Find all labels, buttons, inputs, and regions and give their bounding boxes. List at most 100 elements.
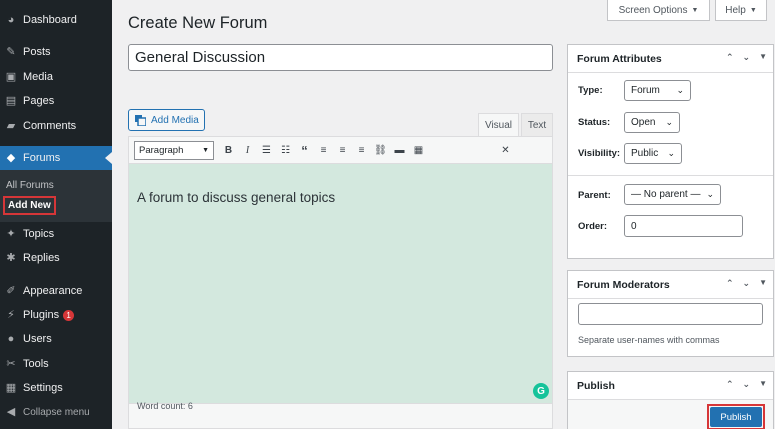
replies-icon: ✱ (6, 251, 16, 264)
move-down-icon[interactable]: ⌄ (743, 278, 751, 289)
sidebar-item-label: Forums (23, 152, 61, 164)
bold-icon[interactable]: B (219, 141, 238, 160)
align-left-icon[interactable]: ≡ (314, 141, 333, 160)
publish-header: Publish ⌃ ⌄ ▼ (568, 372, 773, 400)
sidebar-item-label: Topics (23, 228, 55, 240)
sidebar-item-label: Plugins (23, 309, 60, 321)
move-up-icon[interactable]: ⌃ (726, 52, 734, 63)
toggle-panel-icon[interactable]: ▼ (759, 278, 767, 289)
publish-highlight: Publish (707, 404, 765, 429)
sidebar-item-media[interactable]: ▣ Media (0, 66, 112, 88)
move-up-icon[interactable]: ⌃ (726, 379, 734, 390)
publish-box: Publish ⌃ ⌄ ▼ Publish (567, 371, 774, 429)
screen-options-label: Screen Options (618, 4, 688, 16)
forum-title-input[interactable]: General Discussion (128, 44, 553, 71)
caret-down-icon: ▼ (691, 6, 699, 14)
sidebar-item-dashboard[interactable]: ◕ Dashboard (0, 9, 112, 31)
blockquote-icon[interactable]: “ (295, 141, 314, 160)
visibility-select-value: Public (631, 148, 659, 159)
tools-icon: ✂ (6, 357, 16, 370)
sidebar-item-label: Users (23, 333, 52, 345)
sidebar-item-label: Posts (23, 46, 51, 58)
parent-select-value: — No parent — (631, 189, 701, 200)
submenu-add-new[interactable]: Add New (3, 196, 56, 215)
add-media-button[interactable]: Add Media (128, 109, 205, 131)
sidebar-item-posts[interactable]: ✎ Posts (0, 41, 112, 63)
tab-text[interactable]: Text (521, 113, 553, 137)
toolbar-toggle-icon[interactable]: ▦ (409, 141, 428, 160)
users-icon: ● (7, 332, 15, 345)
forum-moderators-header: Forum Moderators ⌃ ⌄ ▼ (568, 271, 773, 299)
collapse-menu-label: Collapse menu (23, 406, 90, 418)
publish-title: Publish (577, 379, 615, 392)
word-count-text: Word count: 6 (137, 401, 193, 411)
sidebar-item-comments[interactable]: ▰ Comments (0, 115, 112, 137)
forums-submenu: All Forums Add New (0, 170, 112, 222)
italic-icon[interactable]: I (238, 141, 257, 160)
sidebar-item-plugins[interactable]: ⚡ Plugins 1 (0, 304, 112, 326)
grammarly-icon[interactable]: G (533, 383, 549, 399)
sidebar-item-tools[interactable]: ✂ Tools (0, 353, 112, 375)
collapse-icon: ◀ (6, 405, 16, 418)
chevron-down-icon: ⌄ (676, 85, 684, 95)
add-media-label: Add Media (151, 114, 199, 126)
sidebar-item-appearance[interactable]: ✐ Appearance (0, 280, 112, 302)
media-icon (135, 114, 146, 126)
link-icon[interactable]: ⛓ (371, 141, 390, 160)
pages-icon: ▤ (5, 94, 17, 107)
toggle-panel-icon[interactable]: ▼ (759, 52, 767, 63)
order-label: Order: (578, 221, 608, 232)
editor-content-area[interactable]: A forum to discuss general topics G (128, 164, 553, 404)
moderators-input[interactable] (578, 303, 763, 325)
caret-down-icon: ▼ (749, 6, 757, 14)
numbered-list-icon[interactable]: ☷ (276, 141, 295, 160)
sidebar-item-forums[interactable]: ◆ Forums (0, 146, 112, 170)
dashboard-icon: ◕ (7, 13, 15, 26)
status-select[interactable]: Open ⌄ (624, 112, 680, 133)
visibility-label: Visibility: (578, 148, 621, 159)
forum-attributes-title: Forum Attributes (577, 52, 662, 65)
forum-attributes-header: Forum Attributes ⌃ ⌄ ▼ (568, 45, 773, 73)
bullet-list-icon[interactable]: ☰ (257, 141, 276, 160)
help-button[interactable]: Help ▼ (715, 0, 767, 21)
plugins-icon: ⚡ (7, 308, 15, 321)
appearance-icon: ✐ (6, 284, 16, 297)
sidebar-item-settings[interactable]: ▦ Settings (0, 377, 112, 399)
sidebar-item-topics[interactable]: ✦ Topics (0, 223, 112, 245)
page-title: Create New Forum (128, 14, 268, 32)
parent-label: Parent: (578, 190, 611, 201)
type-select[interactable]: Forum ⌄ (624, 80, 691, 101)
visibility-select[interactable]: Public ⌄ (624, 143, 682, 164)
format-select-value: Paragraph (139, 144, 184, 156)
move-up-icon[interactable]: ⌃ (726, 278, 734, 289)
tab-visual[interactable]: Visual (478, 113, 519, 137)
toggle-panel-icon[interactable]: ▼ (759, 379, 767, 390)
sidebar-item-label: Tools (23, 358, 49, 370)
publish-button[interactable]: Publish (710, 407, 762, 427)
read-more-icon[interactable]: ▬ (390, 141, 409, 160)
sidebar-item-pages[interactable]: ▤ Pages (0, 90, 112, 112)
move-down-icon[interactable]: ⌄ (743, 52, 751, 63)
sidebar-item-users[interactable]: ● Users (0, 328, 112, 350)
collapse-menu-button[interactable]: ◀ Collapse menu (0, 401, 112, 423)
fullscreen-icon[interactable]: ✕ (496, 141, 515, 160)
media-icon: ▣ (5, 70, 17, 83)
sidebar-item-label: Comments (23, 120, 77, 132)
paragraph-format-select[interactable]: Paragraph ▼ (134, 140, 214, 160)
sidebar-item-label: Dashboard (23, 14, 77, 26)
parent-select[interactable]: — No parent — ⌄ (624, 184, 721, 205)
submenu-all-forums[interactable]: All Forums (6, 180, 54, 191)
order-input[interactable]: 0 (624, 215, 743, 237)
sidebar-item-replies[interactable]: ✱ Replies (0, 247, 112, 269)
sidebar-item-label: Settings (23, 382, 63, 394)
editor-toolbar: Paragraph ▼ B I ☰ ☷ “ ≡ ≡ ≡ ⛓ ▬ ▦ ✕ (128, 136, 553, 164)
chevron-down-icon: ⌄ (667, 148, 675, 158)
status-select-value: Open (631, 117, 656, 128)
pin-icon: ✎ (6, 45, 16, 58)
align-center-icon[interactable]: ≡ (333, 141, 352, 160)
sidebar-item-label: Media (23, 71, 53, 83)
forum-attributes-box: Forum Attributes ⌃ ⌄ ▼ Type: Forum ⌄ Sta… (567, 44, 774, 259)
move-down-icon[interactable]: ⌄ (743, 379, 751, 390)
screen-options-button[interactable]: Screen Options ▼ (607, 0, 710, 21)
align-right-icon[interactable]: ≡ (352, 141, 371, 160)
